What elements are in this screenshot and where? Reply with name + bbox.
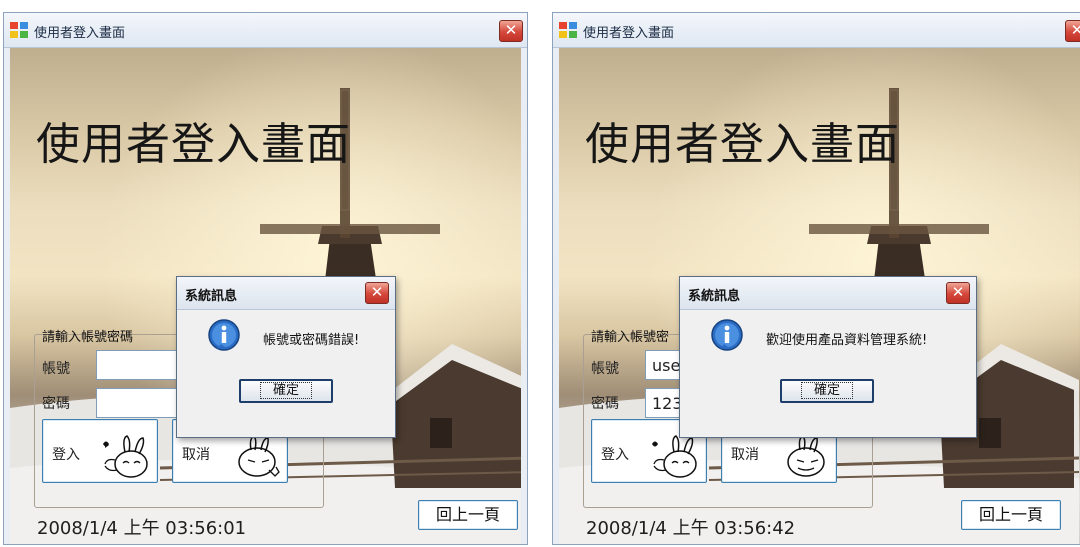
login-button-label: 登入 [52, 447, 80, 463]
info-icon [711, 319, 743, 351]
dialog-title: 系統訊息 [688, 289, 741, 304]
ok-button-label: 確定 [259, 382, 312, 399]
close-icon[interactable]: ✕ [499, 20, 523, 42]
datetime-label: 2008/1/4 上午 03:56:01 [37, 518, 247, 539]
account-label: 帳號 [42, 361, 70, 377]
cancel-button-label: 取消 [731, 447, 759, 463]
system-message-dialog: 系統訊息 ✕ 帳號或密碼錯誤! 確定 [176, 276, 396, 438]
login-window-right: 使用者登入畫面 ✕ 使用者登入畫面 [552, 12, 1080, 545]
window-title: 使用者登入畫面 [583, 26, 675, 41]
window-titlebar[interactable]: 使用者登入畫面 ✕ [4, 13, 527, 48]
ok-button[interactable]: 確定 [780, 379, 874, 403]
login-window-left: 使用者登入畫面 ✕ 使用者登入畫面 請輸入帳號密碼 帳號 密碼 登入 取消 20… [3, 12, 528, 545]
account-label: 帳號 [591, 361, 619, 377]
dialog-message: 歡迎使用產品資料管理系統! [766, 333, 928, 348]
close-icon[interactable]: ✕ [1065, 20, 1080, 42]
login-button[interactable]: 登入 [42, 419, 158, 483]
system-message-dialog: 系統訊息 ✕ 歡迎使用產品資料管理系統! 確定 [679, 276, 977, 438]
ok-button-label: 確定 [800, 382, 853, 399]
groupbox-label: 請輸入帳號密碼 [42, 330, 134, 345]
dialog-titlebar[interactable]: 系統訊息 ✕ [680, 277, 976, 310]
app-window-icon [10, 22, 28, 38]
back-button[interactable]: 回上一頁 [961, 500, 1061, 530]
window-titlebar[interactable]: 使用者登入畫面 ✕ [553, 13, 1080, 48]
dialog-titlebar[interactable]: 系統訊息 ✕ [177, 277, 395, 310]
app-window-icon [559, 22, 577, 38]
password-label: 密碼 [42, 396, 70, 412]
cancel-button-label: 取消 [182, 447, 210, 463]
dialog-title: 系統訊息 [185, 289, 238, 304]
datetime-label: 2008/1/4 上午 03:56:42 [586, 518, 796, 539]
form-client-area: 使用者登入畫面 請輸入帳號密 帳號 user 密碼 123 登入 取消 2008… [559, 48, 1080, 544]
ok-button[interactable]: 確定 [239, 379, 333, 403]
back-button[interactable]: 回上一頁 [418, 500, 518, 530]
close-icon[interactable]: ✕ [946, 282, 970, 304]
bunny-icon [103, 435, 148, 478]
form-client-area: 使用者登入畫面 請輸入帳號密碼 帳號 密碼 登入 取消 2008/1/4 上午 … [10, 48, 521, 544]
form-heading: 使用者登入畫面 [36, 119, 351, 170]
close-icon[interactable]: ✕ [365, 282, 389, 304]
dialog-message: 帳號或密碼錯誤! [263, 333, 360, 348]
password-label: 密碼 [591, 396, 619, 412]
login-button-label: 登入 [601, 447, 629, 463]
info-icon [208, 319, 240, 351]
window-title: 使用者登入畫面 [34, 26, 126, 41]
form-heading: 使用者登入畫面 [585, 119, 900, 170]
groupbox-label: 請輸入帳號密 [591, 330, 670, 345]
